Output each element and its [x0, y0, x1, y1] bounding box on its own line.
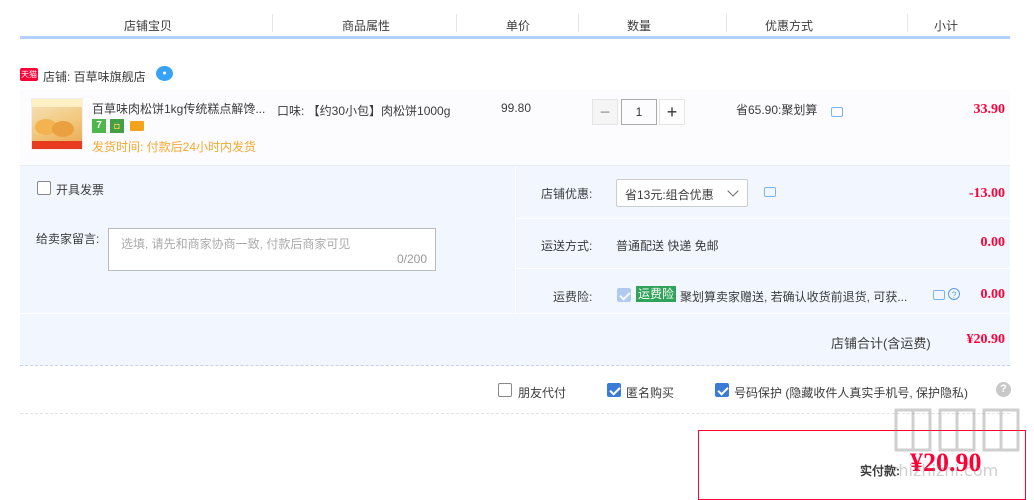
shop-total-amount: ¥20.90	[966, 332, 1006, 347]
insurance-text: 聚划算卖家赠送, 若确认收货前退货, 可获...	[680, 290, 908, 304]
gift-service-icon: ◘	[110, 119, 124, 133]
col-subtotal: 小计	[934, 19, 959, 33]
insurance-label: 运费险:	[553, 290, 593, 304]
memo-counter: 0/200	[396, 252, 427, 266]
quantity-minus-button[interactable]: −	[592, 99, 618, 125]
shipping-amount: 0.00	[980, 235, 1006, 250]
shop-discount-amount: -13.00	[968, 186, 1005, 201]
quantity-plus-button[interactable]: +	[659, 99, 685, 125]
col-attr: 商品属性	[342, 19, 391, 33]
col-qty: 数量	[627, 19, 652, 33]
help-icon[interactable]: ?	[948, 288, 960, 300]
insurance-badge: 运费险	[636, 286, 677, 302]
memo-placeholder: 选填, 请先和商家协商一致, 付款后商家可见	[121, 237, 351, 251]
anonymous-checkbox[interactable]	[607, 383, 621, 397]
shipping-label: 运送方式:	[541, 239, 593, 253]
anonymous-label[interactable]: 匿名购买	[626, 384, 674, 401]
shop-name-link[interactable]: 店铺: 百草味旗舰店	[43, 68, 146, 85]
divider	[20, 413, 1010, 415]
product-title-link[interactable]: 百草味肉松饼1kg传统糕点解馋...	[92, 100, 272, 117]
invoice-label[interactable]: 开具发票	[56, 181, 104, 198]
insurance-amount: 0.00	[980, 287, 1006, 302]
svg-text:zhizhizhi.com: zhizhizhi.com	[890, 461, 998, 480]
privacy-checkbox[interactable]	[715, 383, 729, 397]
invoice-checkbox[interactable]	[37, 181, 51, 195]
product-thumbnail[interactable]	[31, 98, 83, 150]
shop-discount-label: 店铺优惠:	[541, 187, 593, 201]
tmall-badge-icon: 天猫	[20, 68, 38, 81]
divider	[515, 166, 516, 313]
message-icon[interactable]	[933, 290, 945, 300]
col-price: 单价	[506, 19, 531, 33]
help-icon[interactable]: ?	[996, 382, 1011, 397]
shop-discount-value: 省13元:组合优惠	[625, 188, 714, 202]
divider	[515, 268, 1010, 269]
seven-day-return-icon: 7	[92, 119, 106, 133]
divider	[907, 14, 908, 32]
friend-pay-label[interactable]: 朋友代付	[518, 384, 566, 401]
insurance-checkbox	[617, 288, 631, 302]
shipping-value: 普通配送 快递 免邮	[616, 239, 719, 253]
friend-pay-checkbox[interactable]	[498, 383, 512, 397]
divider	[456, 14, 457, 32]
product-attribute: 口味: 【约30小包】肉松饼1000g	[277, 104, 451, 118]
divider	[20, 313, 1010, 314]
divider	[578, 14, 579, 32]
credit-card-icon	[130, 121, 144, 131]
divider	[272, 14, 273, 32]
chevron-down-icon	[727, 185, 739, 197]
privacy-label[interactable]: 号码保护 (隐藏收件人真实手机号, 保护隐私)	[734, 384, 968, 401]
watermark-logo: zhizhizhi.com	[890, 408, 1020, 480]
seller-memo-textarea[interactable]: 选填, 请先和商家协商一致, 付款后商家可见 0/200	[108, 228, 436, 271]
shop-total-label: 店铺合计(含运费)	[831, 336, 931, 351]
divider	[515, 218, 1010, 219]
item-subtotal: 33.90	[973, 102, 1006, 117]
col-shop-item: 店铺宝贝	[124, 19, 173, 33]
chat-wangwang-icon[interactable]: ●	[156, 66, 173, 81]
shop-discount-select[interactable]: 省13元:组合优惠	[616, 179, 748, 207]
message-icon[interactable]	[764, 187, 776, 197]
ship-time-text: 发货时间: 付款后24小时内发货	[92, 140, 257, 154]
col-promo: 优惠方式	[765, 19, 814, 33]
quantity-input[interactable]: 1	[621, 99, 657, 125]
table-header: 店铺宝贝 商品属性 单价 数量 优惠方式 小计	[20, 0, 1010, 39]
message-icon[interactable]	[831, 107, 843, 117]
promo-method: 省65.90:聚划算	[736, 103, 818, 117]
unit-price: 99.80	[501, 101, 532, 115]
divider	[726, 14, 727, 32]
memo-label: 给卖家留言:	[36, 232, 100, 246]
